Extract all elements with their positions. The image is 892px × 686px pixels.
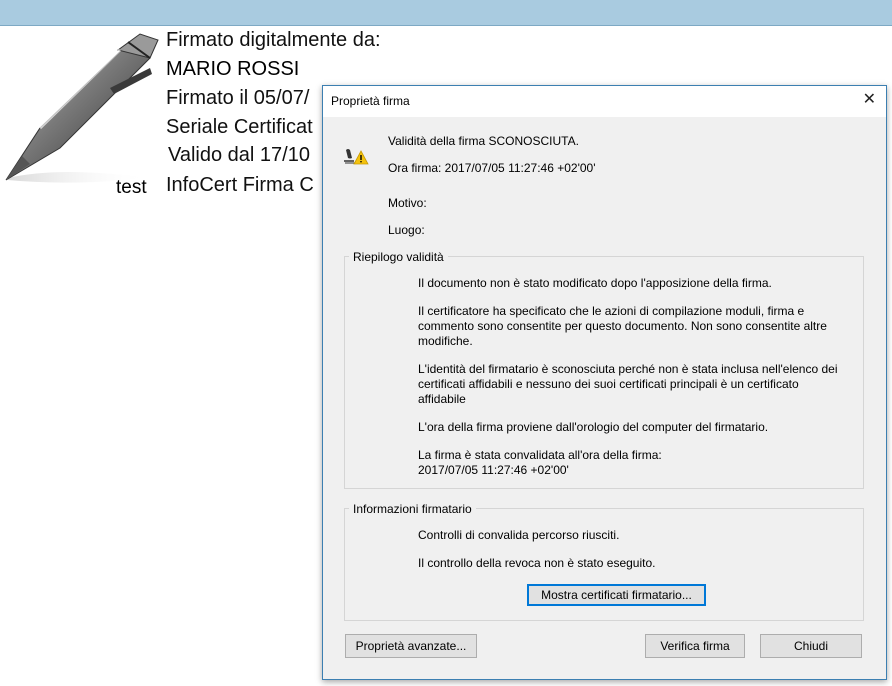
signer-revocation: Il controllo della revoca non è stato es… — [418, 556, 656, 570]
reason-label: Motivo: — [388, 196, 427, 210]
verify-signature-button[interactable]: Verifica firma — [645, 634, 745, 658]
location-label: Luogo: — [388, 223, 425, 237]
sig-line-6: InfoCert Firma C — [166, 174, 314, 196]
summary-identity-line-1: L'identità del firmatario è sconosciuta … — [418, 362, 838, 376]
summary-certifier-line-3: modifiche. — [418, 334, 473, 348]
close-icon[interactable]: ✕ — [863, 92, 876, 108]
signature-label: test — [116, 177, 147, 198]
signer-info-title: Informazioni firmatario — [349, 502, 476, 516]
summary-validated-line-1: La firma è stata convalidata all'ora del… — [418, 448, 662, 462]
summary-identity-line-3: affidabile — [418, 392, 466, 406]
pen-icon — [5, 33, 159, 183]
validity-summary-title: Riepilogo validità — [349, 250, 448, 264]
signature-warning-icon — [344, 149, 369, 165]
dialog-title: Proprietà firma — [331, 94, 410, 108]
summary-clock: L'ora della firma proviene dall'orologio… — [418, 420, 769, 434]
signature-properties-dialog: Proprietà firma ✕ Validità della firma S… — [322, 85, 887, 680]
sig-line-1: Firmato digitalmente da: — [166, 29, 381, 51]
advanced-properties-button[interactable]: Proprietà avanzate... — [345, 634, 477, 658]
show-certificates-button[interactable]: Mostra certificati firmatario... — [527, 584, 706, 606]
signer-path-check: Controlli di convalida percorso riusciti… — [418, 528, 620, 542]
summary-certifier-line-2: commento sono consentite per questo docu… — [418, 319, 827, 333]
summary-certifier-line-1: Il certificatore ha specificato che le a… — [418, 304, 805, 318]
validity-status: Validità della firma SCONOSCIUTA. — [388, 134, 579, 148]
sig-line-2: MARIO ROSSI — [166, 58, 300, 80]
sig-line-4: Seriale Certificat — [166, 116, 313, 138]
summary-not-modified: Il documento non è stato modificato dopo… — [418, 276, 772, 290]
summary-validated-line-2: 2017/07/05 11:27:46 +02'00' — [418, 463, 569, 477]
sig-line-5: Valido dal 17/10 — [168, 144, 310, 166]
close-button[interactable]: Chiudi — [760, 634, 862, 658]
sign-time: Ora firma: 2017/07/05 11:27:46 +02'00' — [388, 161, 596, 175]
dialog-titlebar: Proprietà firma ✕ — [323, 86, 886, 117]
top-bar — [0, 0, 892, 26]
sig-line-3: Firmato il 05/07/ — [166, 87, 310, 109]
summary-identity-line-2: certificati affidabili e nessuno dei suo… — [418, 377, 799, 391]
